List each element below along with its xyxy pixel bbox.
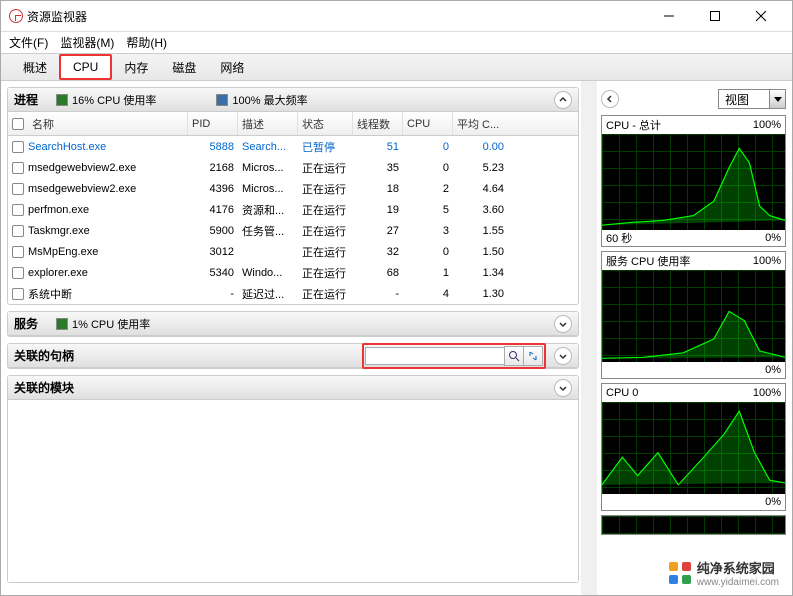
close-button[interactable] (738, 1, 784, 31)
modules-title: 关联的模块 (14, 379, 74, 396)
graph-svc-title: 服务 CPU 使用率 (606, 253, 690, 269)
graph-cpu0-title: CPU 0 (606, 387, 638, 399)
processes-panel: 进程 16% CPU 使用率 100% 最大频率 名称 PID 描述 状态 线程… (7, 87, 579, 305)
handles-search-input[interactable] (365, 347, 505, 365)
titlebar: 资源监视器 (1, 1, 792, 31)
tab-network[interactable]: 网络 (208, 55, 256, 80)
table-row[interactable]: SearchHost.exe5888Search...已暂停5100.00 (8, 136, 578, 157)
watermark: 纯净系统家园 www.yidaimei.com (669, 558, 779, 588)
row-checkbox[interactable] (12, 162, 24, 174)
table-row[interactable]: perfmon.exe4176资源和...正在运行1953.60 (8, 199, 578, 220)
row-checkbox[interactable] (12, 225, 24, 237)
row-checkbox[interactable] (12, 183, 24, 195)
row-checkbox[interactable] (12, 246, 24, 258)
expand-icon[interactable] (554, 347, 572, 365)
cpu-usage-swatch (56, 94, 68, 106)
window-title: 资源监视器 (27, 8, 87, 25)
modules-panel: 关联的模块 (7, 375, 579, 583)
tab-memory[interactable]: 内存 (112, 55, 160, 80)
col-name[interactable]: 名称 (32, 116, 54, 132)
maximize-button[interactable] (692, 1, 738, 31)
refresh-icon[interactable] (523, 346, 543, 366)
svc-cpu-label: 1% CPU 使用率 (72, 316, 150, 332)
graph-cpu0: CPU 0 100% 0% (601, 383, 786, 511)
graph-total-max: 100% (753, 119, 781, 131)
cpu-usage-label: 16% CPU 使用率 (72, 92, 156, 108)
graph-svc-cpu: 服务 CPU 使用率 100% 0% (601, 251, 786, 379)
graph-partial (601, 515, 786, 535)
dropdown-arrow-icon (769, 90, 785, 108)
search-highlight (362, 343, 546, 369)
services-panel: 服务 1% CPU 使用率 (7, 311, 579, 337)
processes-columns: 名称 PID 描述 状态 线程数 CPU 平均 C... (8, 112, 578, 136)
graph-svc-max: 100% (753, 255, 781, 267)
watermark-text: 纯净系统家园 (697, 558, 779, 577)
handles-header[interactable]: 关联的句柄 (8, 344, 578, 368)
graph-total-footer-left: 60 秒 (606, 230, 632, 246)
collapse-icon[interactable] (554, 91, 572, 109)
table-row[interactable]: msedgewebview2.exe4396Micros...正在运行1824.… (8, 178, 578, 199)
table-row[interactable]: explorer.exe5340Windo...正在运行6811.34 (8, 262, 578, 283)
table-row[interactable]: Taskmgr.exe5900任务管...正在运行2731.55 (8, 220, 578, 241)
menubar: 文件(F) 监视器(M) 帮助(H) (1, 31, 792, 53)
graph-cpu0-footer-right: 0% (765, 496, 781, 508)
row-checkbox[interactable] (12, 288, 24, 300)
left-scrollbar[interactable] (581, 81, 597, 595)
max-freq-label: 100% 最大频率 (232, 92, 307, 108)
svc-cpu-swatch (56, 318, 68, 330)
row-checkbox[interactable] (12, 267, 24, 279)
col-avg[interactable]: 平均 C... (453, 112, 508, 135)
handles-panel: 关联的句柄 (7, 343, 579, 369)
graph-total-footer-right: 0% (765, 232, 781, 244)
app-icon (9, 9, 23, 23)
handles-title: 关联的句柄 (14, 347, 74, 364)
col-state[interactable]: 状态 (298, 112, 353, 135)
services-title: 服务 (14, 315, 38, 332)
menu-monitor[interactable]: 监视器(M) (60, 34, 114, 51)
col-cpu[interactable]: CPU (403, 112, 453, 135)
select-all-checkbox[interactable] (12, 118, 24, 130)
table-row[interactable]: 系统中断-延迟过...正在运行-41.30 (8, 283, 578, 304)
tab-cpu[interactable]: CPU (59, 54, 112, 80)
table-row[interactable]: msedgewebview2.exe2168Micros...正在运行3505.… (8, 157, 578, 178)
tab-disk[interactable]: 磁盘 (160, 55, 208, 80)
services-header[interactable]: 服务 1% CPU 使用率 (8, 312, 578, 336)
col-pid[interactable]: PID (188, 112, 238, 135)
graph-total-title: CPU - 总计 (606, 117, 661, 133)
tab-overview[interactable]: 概述 (11, 55, 59, 80)
tabbar: 概述 CPU 内存 磁盘 网络 (1, 53, 792, 81)
menu-help[interactable]: 帮助(H) (126, 34, 167, 51)
graph-cpu-total: CPU - 总计 100% 60 秒 0% (601, 115, 786, 247)
row-checkbox[interactable] (12, 141, 24, 153)
row-checkbox[interactable] (12, 204, 24, 216)
watermark-url: www.yidaimei.com (697, 577, 779, 588)
minimize-button[interactable] (646, 1, 692, 31)
graph-svc-footer-right: 0% (765, 364, 781, 376)
expand-icon[interactable] (554, 315, 572, 333)
processes-title: 进程 (14, 91, 38, 108)
col-threads[interactable]: 线程数 (353, 112, 403, 135)
graphs-collapse-icon[interactable] (601, 90, 619, 108)
table-row[interactable]: MsMpEng.exe3012正在运行3201.50 (8, 241, 578, 262)
expand-icon[interactable] (554, 379, 572, 397)
modules-header[interactable]: 关联的模块 (8, 376, 578, 400)
col-desc[interactable]: 描述 (238, 112, 298, 135)
view-label: 视图 (719, 91, 769, 108)
menu-file[interactable]: 文件(F) (9, 34, 48, 51)
process-rows: SearchHost.exe5888Search...已暂停5100.00mse… (8, 136, 578, 304)
watermark-logo (669, 562, 691, 584)
max-freq-swatch (216, 94, 228, 106)
processes-header[interactable]: 进程 16% CPU 使用率 100% 最大频率 (8, 88, 578, 112)
view-dropdown[interactable]: 视图 (718, 89, 786, 109)
graph-cpu0-max: 100% (753, 387, 781, 399)
search-icon[interactable] (504, 346, 524, 366)
